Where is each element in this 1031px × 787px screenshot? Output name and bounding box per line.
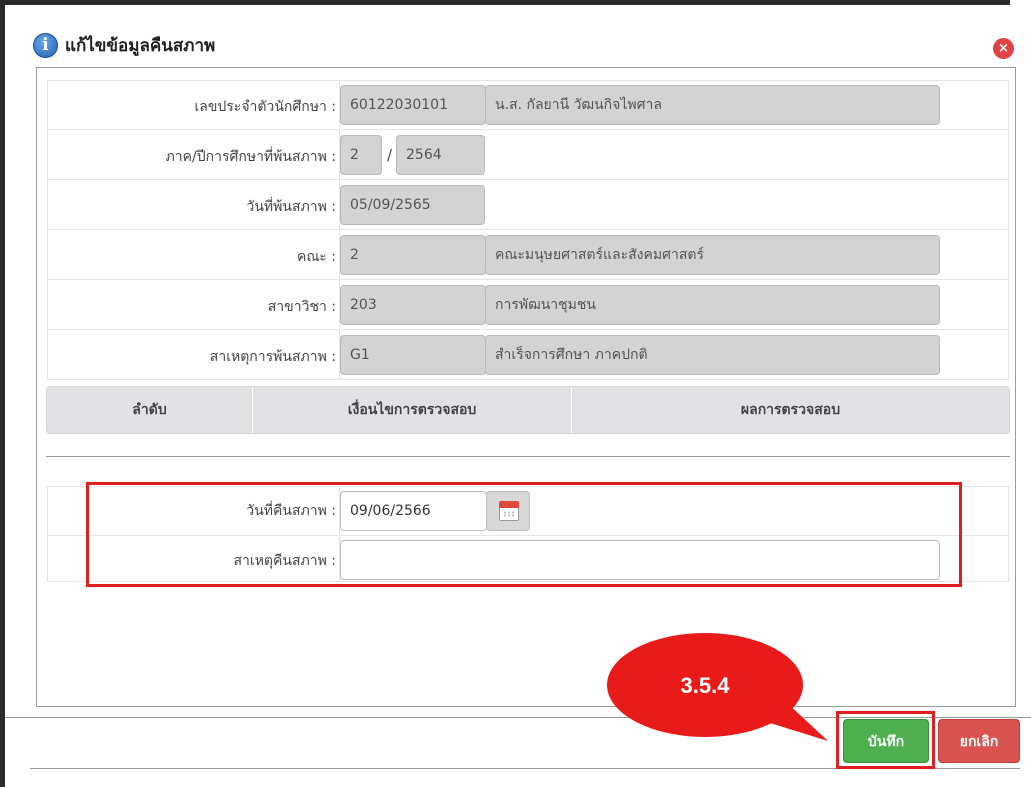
step-label: 3.5.4	[680, 673, 730, 698]
info-icon: i	[33, 33, 58, 58]
dialog-title: แก้ไขข้อมูลคืนสภาพ	[65, 36, 216, 56]
form-row-student-id: เลขประจำตัวนักศึกษา : 60122030101 น.ส. ก…	[47, 80, 1009, 130]
faculty-label: คณะ :	[296, 249, 336, 265]
year-field: 2564	[396, 135, 485, 175]
screenshot-stage: i แก้ไขข้อมูลคืนสภาพ × เลขประจำตัวนักศึก…	[0, 0, 1031, 787]
save-highlight-box	[836, 711, 935, 769]
student-name-field: น.ส. กัลยานี วัฒนกิจไพศาล	[485, 85, 940, 125]
form-row-leave-date: วันที่พ้นสภาพ : 05/09/2565	[47, 180, 1009, 230]
major-name-field: การพัฒนาชุมชน	[485, 285, 940, 325]
term-separator: /	[387, 146, 393, 164]
form-row-leave-reason: สาเหตุการพ้นสภาพ : G1 สำเร็จการศึกษา ภาค…	[47, 330, 1009, 380]
table-header-condition: เงื่อนไขการตรวจสอบ	[347, 402, 477, 418]
window-top-edge	[0, 0, 1031, 5]
table-header-order: ลำดับ	[132, 402, 167, 418]
form-row-major: สาขาวิชา : 203 การพัฒนาชุมชน	[47, 280, 1009, 330]
section-divider	[46, 456, 1010, 457]
major-code-field: 203	[340, 285, 486, 325]
leave-reason-code-field: G1	[340, 335, 486, 375]
reinstate-highlight-box	[86, 482, 962, 587]
faculty-code-field: 2	[340, 235, 486, 275]
window-top-edge-gap	[1010, 0, 1031, 5]
leave-reason-name-field: สำเร็จการศึกษา ภาคปกติ	[485, 335, 940, 375]
leave-reason-label: สาเหตุการพ้นสภาพ :	[209, 349, 336, 365]
step-callout: 3.5.4	[607, 633, 828, 755]
semester-field: 2	[340, 135, 382, 175]
leave-date-field: 05/09/2565	[340, 185, 485, 225]
student-id-label: เลขประจำตัวนักศึกษา :	[194, 99, 336, 115]
check-table-header: ลำดับ เงื่อนไขการตรวจสอบ ผลการตรวจสอบ	[46, 386, 1010, 434]
form-row-term: ภาค/ปีการศึกษาที่พ้นสภาพ : 2 / 2564	[47, 130, 1009, 180]
leave-date-label: วันที่พ้นสภาพ :	[246, 199, 337, 215]
term-label: ภาค/ปีการศึกษาที่พ้นสภาพ :	[165, 149, 336, 165]
cancel-button[interactable]: ยกเลิก	[938, 719, 1020, 763]
table-header-result: ผลการตรวจสอบ	[740, 402, 841, 418]
faculty-name-field: คณะมนุษยศาสตร์และสังคมศาสตร์	[485, 235, 940, 275]
window-left-edge	[0, 0, 5, 787]
student-id-field: 60122030101	[340, 85, 486, 125]
close-icon[interactable]: ×	[993, 38, 1014, 59]
form-row-faculty: คณะ : 2 คณะมนุษยศาสตร์และสังคมศาสตร์	[47, 230, 1009, 280]
major-label: สาขาวิชา :	[267, 299, 336, 315]
